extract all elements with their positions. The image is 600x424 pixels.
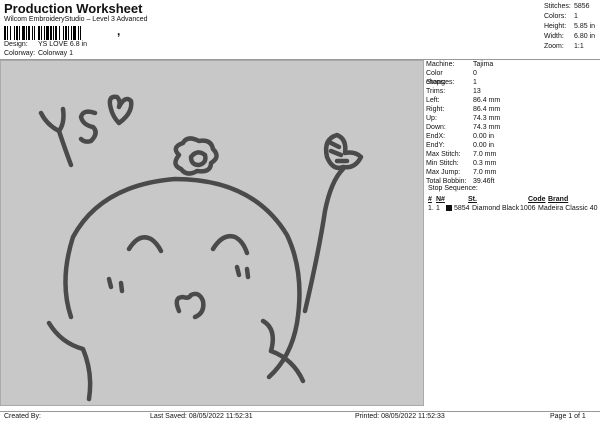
thread-color-swatch [446,205,452,211]
machine-info-row: Trims: 13 [426,88,481,95]
stats-panel: Stitches: 5856 Colors: 1 Height: 5.85 in Wi… [544,2,600,52]
letter-y [38,106,74,168]
software-name: Wilcom EmbroideryStudio – Level 3 Advanc… [4,16,148,23]
stat-width: Width: 6.80 in [544,33,596,40]
machine-info-row: Max Jump: 7.0 mm [426,169,497,176]
stop-sequence-row: 1. 1 5854 Diamond Black 1006 Madeira Cla… [428,205,598,212]
stat-zoom: Zoom: 1:1 [544,43,584,50]
machine-info-row: Max Stitch: 7.0 mm [426,151,497,158]
head-outline [63,176,302,380]
stop-sequence-header: # N# St. Code Brand [428,196,569,203]
heart-shape [107,94,134,126]
left-eye [126,235,164,254]
machine-info-row: Color changes: 0 [426,70,477,86]
flower-center [188,150,208,168]
left-arm [46,320,93,402]
right-blush [234,264,251,280]
page-title: Production Worksheet [4,1,143,16]
design-preview [0,60,424,406]
page-number: Page 1 of 1 [550,413,586,420]
footer-divider [0,411,600,412]
machine-info-row: Stops: 1 [426,79,477,86]
machine-info-row: EndX: 0.00 in [426,133,495,140]
embroidery-drawing [38,94,364,402]
thread-color-name: Diamond Black [472,205,520,212]
design-name-row: Design: YS LOVE 6.8 in [4,41,88,48]
flower-bun [173,136,219,176]
design-name: YS LOVE 6.8 in [38,41,88,48]
machine-info-row: Machine: Tajima [426,61,494,68]
barcode [4,26,114,40]
machine-info-row: EndY: 0.00 in [426,142,495,149]
mouth [174,291,206,320]
created-by: Created By: [4,413,41,420]
letter-s [78,109,98,144]
colorway-name: Colorway 1 [38,50,74,57]
last-saved: Last Saved: 08/05/2022 11:52:31 [150,413,253,420]
machine-info-panel: Machine: Tajima Color changes: 0 Stops: 1 Trim… [426,60,600,186]
machine-info-row: Right: 86.4 mm [426,106,501,113]
machine-info-row: Left: 86.4 mm [426,97,501,104]
colorway-row: Colorway: Colorway 1 [4,50,74,57]
stat-colors: Colors: 1 [544,13,578,20]
left-blush [106,276,125,294]
printed-date: Printed: 08/05/2022 11:52:33 [355,413,445,420]
machine-info-row: Down: 74.3 mm [426,124,501,131]
machine-info-row: Min Stitch: 0.3 mm [426,160,497,167]
stat-stitches: Stitches: 5856 [544,3,590,10]
barcode-mark: , [117,24,121,38]
right-arm-stem [260,166,346,384]
stop-sequence-title: Stop Sequence: [428,185,478,192]
machine-info-row: Up: 74.3 mm [426,115,501,122]
stat-height: Height: 5.85 in [544,23,596,30]
right-eye [210,234,250,256]
